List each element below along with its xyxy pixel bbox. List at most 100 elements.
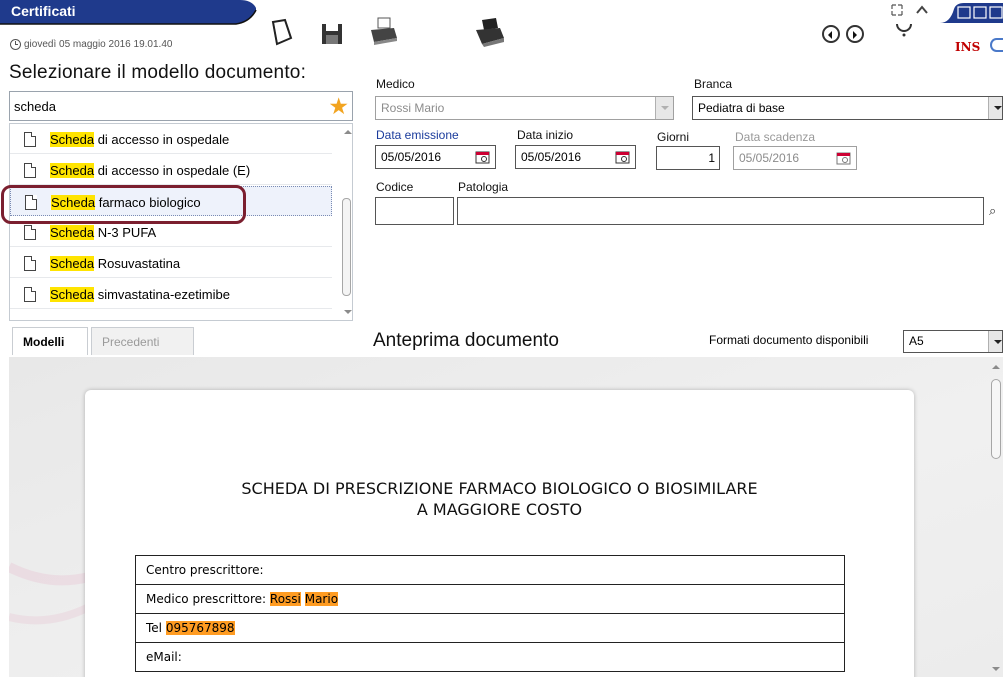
list-item[interactable]: Scheda di accesso in ospedale xyxy=(10,124,332,154)
preview-title: Anteprima documento xyxy=(373,330,559,351)
data-scadenza-value: 05/05/2016 xyxy=(739,151,800,165)
list-item[interactable]: Scheda di accesso in ospedale (E) xyxy=(10,155,332,185)
medico-value: Rossi Mario xyxy=(381,101,445,115)
medico-nome: Mario xyxy=(304,592,339,606)
codice-label: Codice xyxy=(376,180,414,194)
search-match: Scheda xyxy=(50,225,95,240)
scroll-down-icon[interactable] xyxy=(992,667,1000,671)
list-item[interactable]: Scheda simvastatina-ezetimibe xyxy=(10,279,332,309)
data-emissione-value: 05/05/2016 xyxy=(381,150,442,164)
model-list-scrollbar[interactable] xyxy=(341,124,352,320)
branca-label: Branca xyxy=(694,77,733,91)
data-inizio-field[interactable]: 05/05/2016 xyxy=(515,145,636,169)
document-title: SCHEDA DI PRESCRIZIONE FARMACO BIOLOGICO… xyxy=(85,478,914,520)
expand-icon[interactable] xyxy=(890,3,904,17)
prescription-table: Centro prescrittore: Medico prescrittore… xyxy=(135,555,845,672)
window-controls xyxy=(940,3,1003,25)
decorative-swoosh xyxy=(9,562,89,625)
datetime-display: giovedì 05 maggio 2016 19.01.40 xyxy=(24,39,173,50)
ins-indicator: INS xyxy=(955,40,981,54)
collapse-up-icon[interactable] xyxy=(914,3,930,17)
medico-label: Medico xyxy=(376,77,415,91)
search-glass-icon[interactable]: ⌕ xyxy=(989,203,996,219)
patologia-label: Patologia xyxy=(458,180,509,194)
data-emissione-field[interactable]: 05/05/2016 xyxy=(375,145,496,169)
document-icon xyxy=(24,163,36,178)
tel-label: Tel xyxy=(146,621,163,635)
medico-prescrittore-label: Medico prescrittore: xyxy=(146,592,267,606)
data-inizio-label: Data inizio xyxy=(517,128,574,142)
model-selection-heading: Selezionare il modello documento: xyxy=(9,62,307,83)
search-match: Scheda xyxy=(50,132,95,147)
document-title-line2: A MAGGIORE COSTO xyxy=(416,500,583,519)
calendar-icon[interactable] xyxy=(615,149,630,164)
centro-prescrittore-label: Centro prescrittore: xyxy=(146,563,264,577)
list-item-label: Rosuvastatina xyxy=(94,256,181,271)
list-item-label: di accesso in ospedale xyxy=(94,132,230,147)
data-inizio-value: 05/05/2016 xyxy=(521,150,582,164)
print-icon[interactable] xyxy=(368,16,400,48)
medico-cognome: Rossi xyxy=(269,592,301,606)
nav-prev-icon[interactable] xyxy=(822,25,840,43)
search-match: Scheda xyxy=(50,287,95,302)
table-row: Medico prescrittore: Rossi Mario xyxy=(136,585,844,614)
preview-scrollbar[interactable] xyxy=(989,357,1003,677)
window-title-tab: Certificati xyxy=(0,0,258,33)
document-icon xyxy=(24,132,36,147)
document-page: SCHEDA DI PRESCRIZIONE FARMACO BIOLOGICO… xyxy=(85,390,914,677)
save-icon[interactable] xyxy=(318,16,350,48)
table-row: eMail: xyxy=(136,643,844,672)
document-title-line1: SCHEDA DI PRESCRIZIONE FARMACO BIOLOGICO… xyxy=(241,479,758,498)
patologia-field[interactable] xyxy=(457,197,984,225)
chevron-down-icon[interactable] xyxy=(988,331,1002,352)
data-scadenza-label: Data scadenza xyxy=(735,130,816,144)
chevron-down-icon xyxy=(655,97,673,119)
codice-field[interactable] xyxy=(375,197,454,225)
data-emissione-label: Data emissione xyxy=(376,128,459,142)
document-icon xyxy=(24,225,36,240)
model-search-value: scheda xyxy=(14,99,56,114)
search-match: Scheda xyxy=(50,256,95,271)
table-row: Tel 095767898 xyxy=(136,614,844,643)
side-tab-icon[interactable] xyxy=(990,38,1003,52)
list-item-label: simvastatina-ezetimibe xyxy=(94,287,230,302)
branca-select[interactable]: Pediatra di base xyxy=(692,96,1003,120)
model-search-input[interactable]: scheda ★ xyxy=(9,91,353,121)
scrollbar-thumb[interactable] xyxy=(342,198,351,296)
scroll-up-icon[interactable] xyxy=(992,365,1000,369)
window-title: Certificati xyxy=(11,3,76,19)
favorite-star-icon[interactable]: ★ xyxy=(328,94,349,118)
search-match: Scheda xyxy=(50,163,95,178)
email-label: eMail: xyxy=(146,650,182,664)
medico-select[interactable]: Rossi Mario xyxy=(375,96,674,120)
nav-next-icon[interactable] xyxy=(846,25,864,43)
document-icon xyxy=(24,287,36,302)
tab-precedenti[interactable]: Precedenti xyxy=(91,327,194,355)
calendar-icon[interactable] xyxy=(475,149,490,164)
scroll-down-icon[interactable] xyxy=(344,310,352,314)
giorni-label: Giorni xyxy=(657,130,690,144)
print-preview-icon[interactable] xyxy=(474,16,506,48)
selection-highlight-ring xyxy=(1,185,246,224)
giorni-field[interactable]: 1 xyxy=(656,146,720,170)
table-row: Centro prescrittore: xyxy=(136,556,844,585)
formats-label: Formati documento disponibili xyxy=(709,333,869,347)
document-preview: SCHEDA DI PRESCRIZIONE FARMACO BIOLOGICO… xyxy=(9,357,1003,677)
eraser-icon[interactable] xyxy=(265,16,297,48)
document-icon xyxy=(24,256,36,271)
format-select[interactable]: A5 xyxy=(903,330,1003,353)
scrollbar-thumb[interactable] xyxy=(991,379,1001,459)
tel-value: 095767898 xyxy=(165,621,235,635)
giorni-value: 1 xyxy=(708,151,715,165)
chevron-down-icon[interactable] xyxy=(988,97,1002,119)
clock-icon xyxy=(10,39,21,50)
format-value: A5 xyxy=(909,334,924,348)
scroll-up-icon[interactable] xyxy=(344,130,352,134)
branca-value: Pediatra di base xyxy=(698,101,785,115)
list-item-label: di accesso in ospedale (E) xyxy=(94,163,251,178)
data-scadenza-field: 05/05/2016 xyxy=(733,146,857,170)
list-item-label: N-3 PUFA xyxy=(94,225,157,240)
list-item[interactable]: Scheda Rosuvastatina xyxy=(10,248,332,278)
tab-modelli[interactable]: Modelli xyxy=(12,327,88,355)
help-icon[interactable] xyxy=(892,22,916,42)
